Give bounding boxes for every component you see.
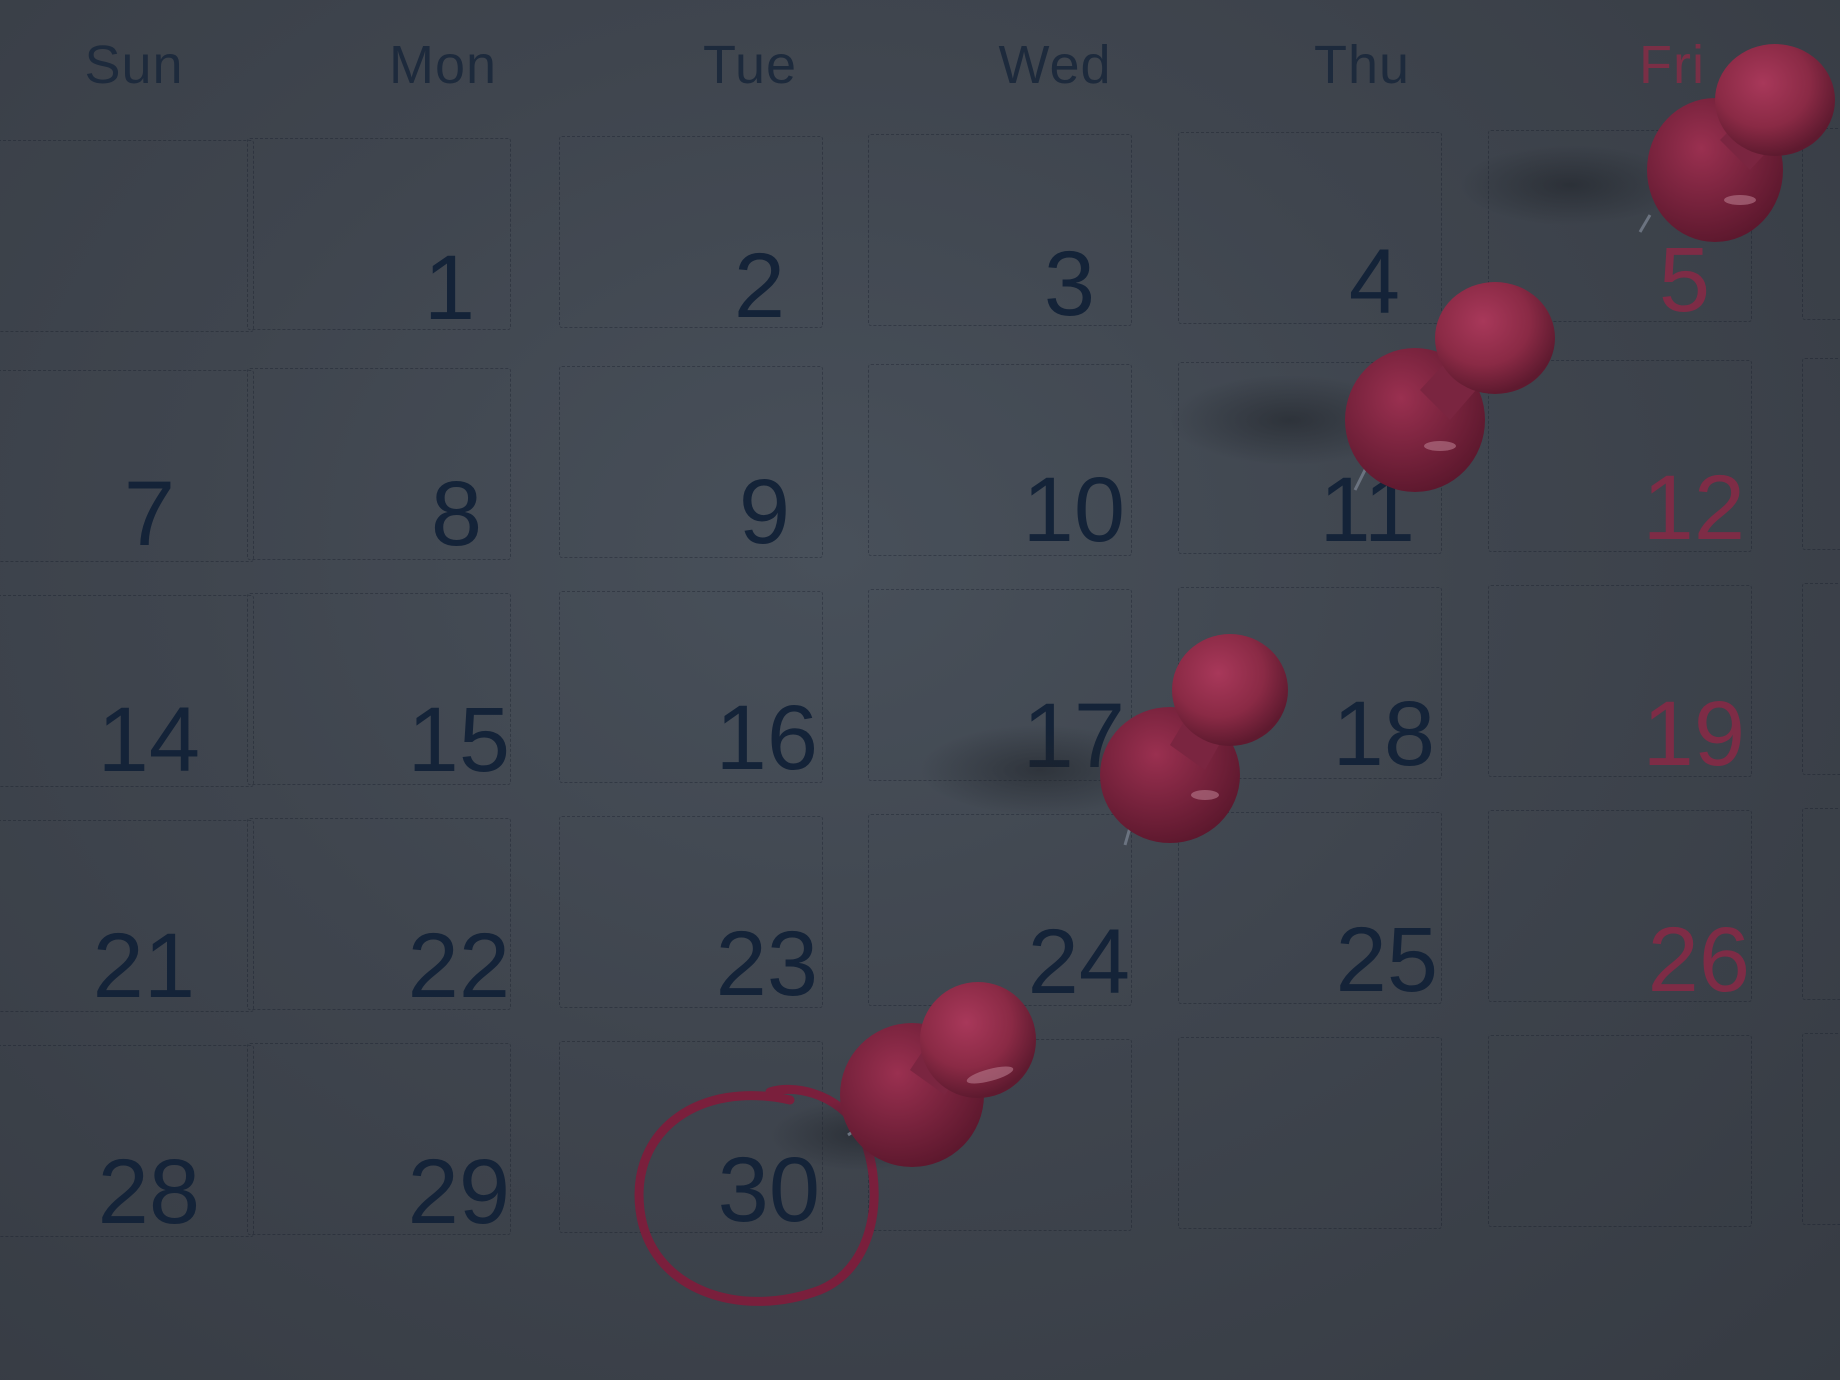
calendar-photo: Sun Mon Tue Wed Thu Fri 1 2 3 4 5 7 8 9 …: [0, 0, 1840, 1380]
pushpin-icon: [1170, 282, 1555, 492]
pins-overlay: [634, 44, 1835, 1306]
pushpin-icon: [1460, 44, 1835, 242]
pushpin-icon: [770, 982, 1036, 1170]
pushpin-icon: [920, 634, 1288, 846]
